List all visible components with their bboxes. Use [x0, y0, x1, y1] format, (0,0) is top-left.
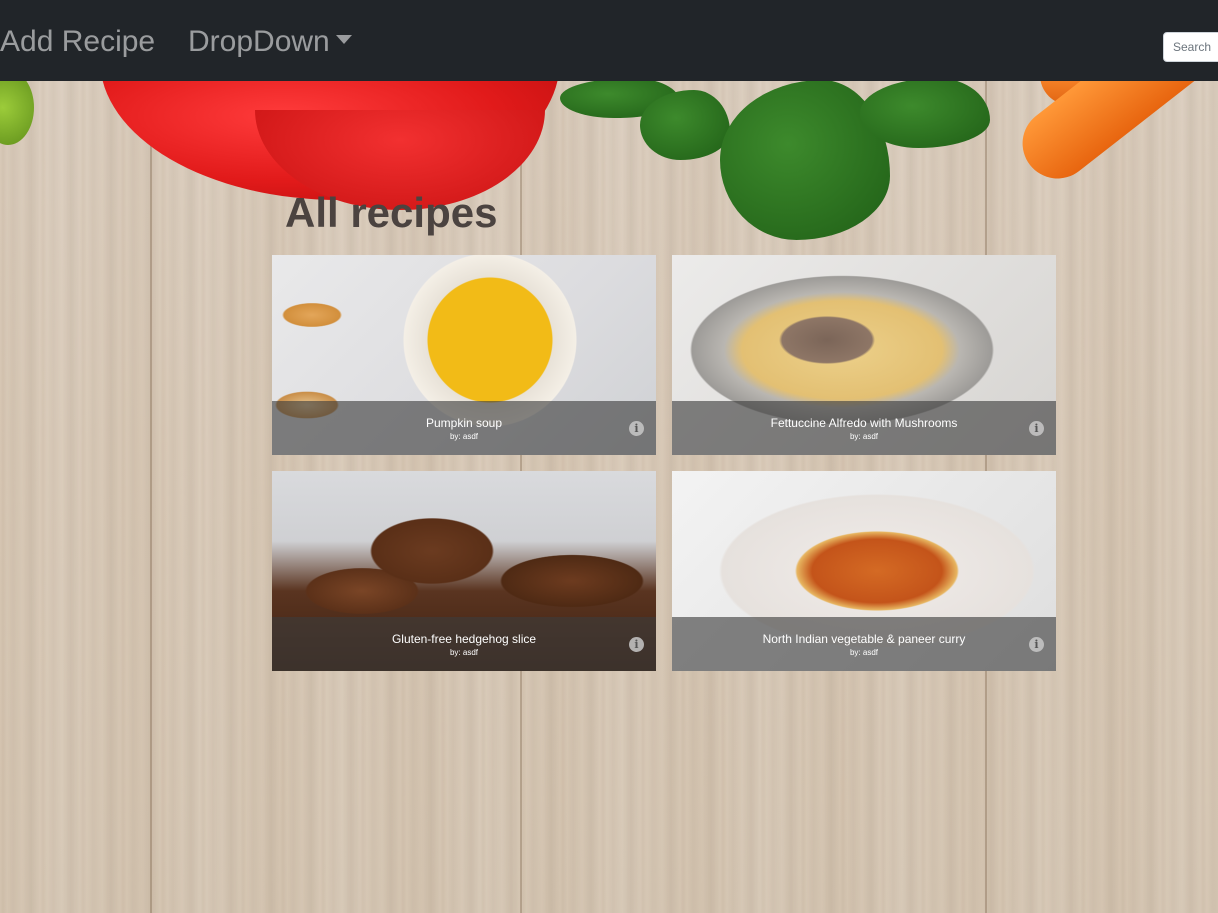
info-icon[interactable]: i — [629, 421, 644, 436]
info-icon[interactable]: i — [629, 637, 644, 652]
search-input[interactable] — [1163, 32, 1218, 62]
recipe-author: by: asdf — [849, 432, 878, 441]
chevron-down-icon — [335, 35, 352, 44]
recipe-card-paneer-curry[interactable]: North Indian vegetable & paneer curry by… — [672, 471, 1056, 671]
recipe-title: Gluten-free hedgehog slice — [391, 632, 537, 646]
recipe-author: by: asdf — [449, 648, 478, 657]
green-vegetable-decoration — [0, 70, 34, 145]
info-icon[interactable]: i — [1029, 637, 1044, 652]
recipe-title: North Indian vegetable & paneer curry — [762, 632, 966, 646]
recipe-caption: Pumpkin soup by: asdf i — [272, 401, 656, 455]
recipe-caption: North Indian vegetable & paneer curry by… — [672, 617, 1056, 671]
recipe-caption: Fettuccine Alfredo with Mushrooms by: as… — [672, 401, 1056, 455]
wood-seam — [150, 81, 152, 913]
herb-leaf-decoration — [640, 90, 730, 160]
nav-add-recipe-link[interactable]: Add Recipe — [0, 22, 155, 62]
recipe-title: Fettuccine Alfredo with Mushrooms — [770, 416, 958, 430]
recipe-card-hedgehog-slice[interactable]: Gluten-free hedgehog slice by: asdf i — [272, 471, 656, 671]
recipe-card-fettuccine[interactable]: Fettuccine Alfredo with Mushrooms by: as… — [672, 255, 1056, 455]
nav-dropdown-label: DropDown — [188, 25, 330, 58]
recipe-caption: Gluten-free hedgehog slice by: asdf i — [272, 617, 656, 671]
page-title: All recipes — [285, 189, 498, 236]
herb-leaf-decoration — [860, 78, 990, 148]
navbar: Add Recipe DropDown — [0, 0, 1218, 81]
info-icon[interactable]: i — [1029, 421, 1044, 436]
recipe-author: by: asdf — [849, 648, 878, 657]
recipe-card-pumpkin-soup[interactable]: Pumpkin soup by: asdf i — [272, 255, 656, 455]
recipe-title: Pumpkin soup — [425, 416, 503, 430]
nav-dropdown-toggle[interactable]: DropDown — [188, 22, 352, 62]
recipe-author: by: asdf — [449, 432, 478, 441]
